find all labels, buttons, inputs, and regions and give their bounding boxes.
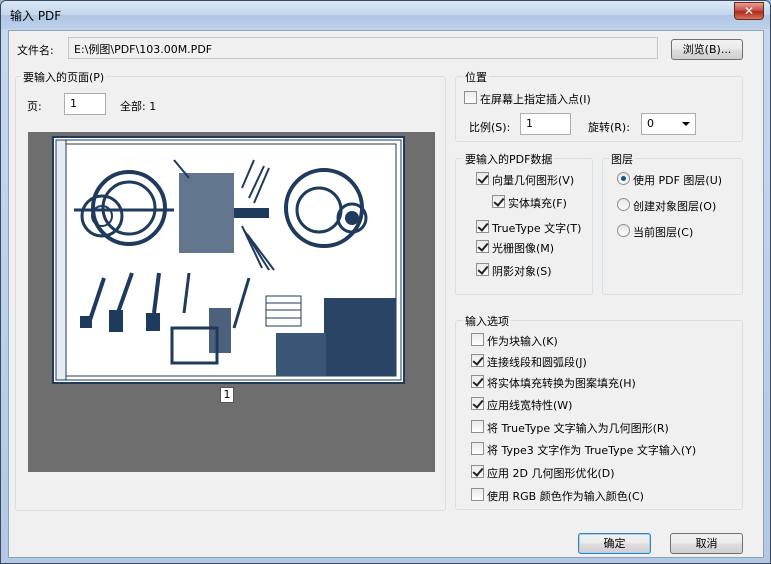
apply-lineweight-checkbox[interactable]: [471, 397, 484, 410]
dialog-body: 文件名: E:\例图\PDF\103.00M.PDF 浏览(B)... 要输入的…: [8, 30, 764, 558]
raster-images-label: 光栅图像(M): [492, 242, 555, 255]
browse-button[interactable]: 浏览(B)...: [671, 39, 743, 60]
join-segments-checkbox[interactable]: [471, 354, 484, 367]
specify-on-screen-checkbox[interactable]: [464, 91, 477, 104]
use-pdf-layers-radio[interactable]: [617, 172, 630, 185]
pdf-page-thumbnail: [52, 136, 405, 384]
import-as-block-label: 作为块输入(K): [487, 335, 558, 348]
convert-fills-to-hatch-label: 将实体填充转换为图案填充(H): [487, 377, 636, 390]
truetype-as-geometry-checkbox[interactable]: [471, 420, 484, 433]
optimize-2d-geometry-checkbox[interactable]: [471, 465, 484, 478]
cancel-button[interactable]: 取消: [670, 533, 743, 554]
total-pages-label: 全部: 1: [120, 100, 157, 113]
rotation-label: 旋转(R):: [588, 121, 630, 134]
chevron-down-icon: [682, 122, 690, 126]
file-path-field[interactable]: E:\例图\PDF\103.00M.PDF: [68, 37, 658, 59]
scale-label: 比例(S):: [469, 121, 511, 134]
optimize-2d-geometry-label: 应用 2D 几何图形优化(D): [487, 467, 615, 480]
truetype-as-geometry-label: 将 TrueType 文字输入为几何图形(R): [487, 422, 669, 435]
raster-images-checkbox[interactable]: [476, 240, 489, 253]
page-group-title: 要输入的页面(P): [21, 69, 107, 85]
vector-geometry-checkbox[interactable]: [476, 172, 489, 185]
drawing-graphic: [55, 139, 402, 381]
create-object-layers-label: 创建对象图层(O): [633, 200, 717, 213]
import-options-group-title: 输入选项: [463, 313, 511, 329]
page-number-input[interactable]: 1: [64, 93, 106, 115]
import-as-block-checkbox[interactable]: [471, 333, 484, 346]
close-button[interactable]: ✕: [734, 2, 764, 20]
truetype-text-label: TrueType 文字(T): [492, 222, 582, 235]
solid-fill-label: 实体填充(F): [508, 197, 567, 210]
hatch-objects-checkbox[interactable]: [476, 263, 489, 276]
pdf-data-group-title: 要输入的PDF数据: [463, 151, 555, 167]
type3-as-truetype-label: 将 Type3 文字作为 TrueType 文字输入(Y): [487, 444, 697, 457]
layers-group-title: 图层: [609, 151, 635, 167]
apply-lineweight-label: 应用线宽特性(W): [487, 399, 573, 412]
truetype-text-checkbox[interactable]: [476, 220, 489, 233]
ok-button[interactable]: 确定: [578, 533, 651, 554]
page-thumbnail-preview[interactable]: 1: [28, 132, 435, 472]
position-group-title: 位置: [463, 69, 489, 85]
current-layer-radio[interactable]: [617, 224, 630, 237]
rotation-value: 0: [647, 117, 654, 130]
convert-fills-to-hatch-checkbox[interactable]: [471, 375, 484, 388]
rotation-dropdown[interactable]: 0: [641, 113, 696, 135]
vector-geometry-label: 向量几何图形(V): [492, 174, 575, 187]
page-label: 页:: [27, 100, 42, 113]
specify-on-screen-label: 在屏幕上指定插入点(I): [480, 93, 591, 106]
scale-input[interactable]: 1: [520, 113, 571, 135]
join-segments-label: 连接线段和圆弧段(J): [487, 356, 587, 369]
file-name-label: 文件名:: [17, 44, 54, 57]
window-title: 输入 PDF: [10, 9, 62, 23]
type3-as-truetype-checkbox[interactable]: [471, 442, 484, 455]
close-icon: ✕: [743, 4, 755, 18]
current-layer-label: 当前图层(C): [633, 226, 694, 239]
use-rgb-colors-label: 使用 RGB 颜色作为输入颜色(C): [487, 490, 644, 503]
solid-fill-checkbox[interactable]: [492, 195, 505, 208]
import-pdf-dialog: 输入 PDF ✕ 文件名: E:\例图\PDF\103.00M.PDF 浏览(B…: [0, 0, 771, 564]
thumbnail-page-number: 1: [220, 387, 234, 403]
title-bar[interactable]: 输入 PDF ✕: [1, 1, 770, 29]
create-object-layers-radio[interactable]: [617, 198, 630, 211]
hatch-objects-label: 阴影对象(S): [492, 265, 552, 278]
use-pdf-layers-label: 使用 PDF 图层(U): [633, 174, 723, 187]
use-rgb-colors-checkbox[interactable]: [471, 488, 484, 501]
